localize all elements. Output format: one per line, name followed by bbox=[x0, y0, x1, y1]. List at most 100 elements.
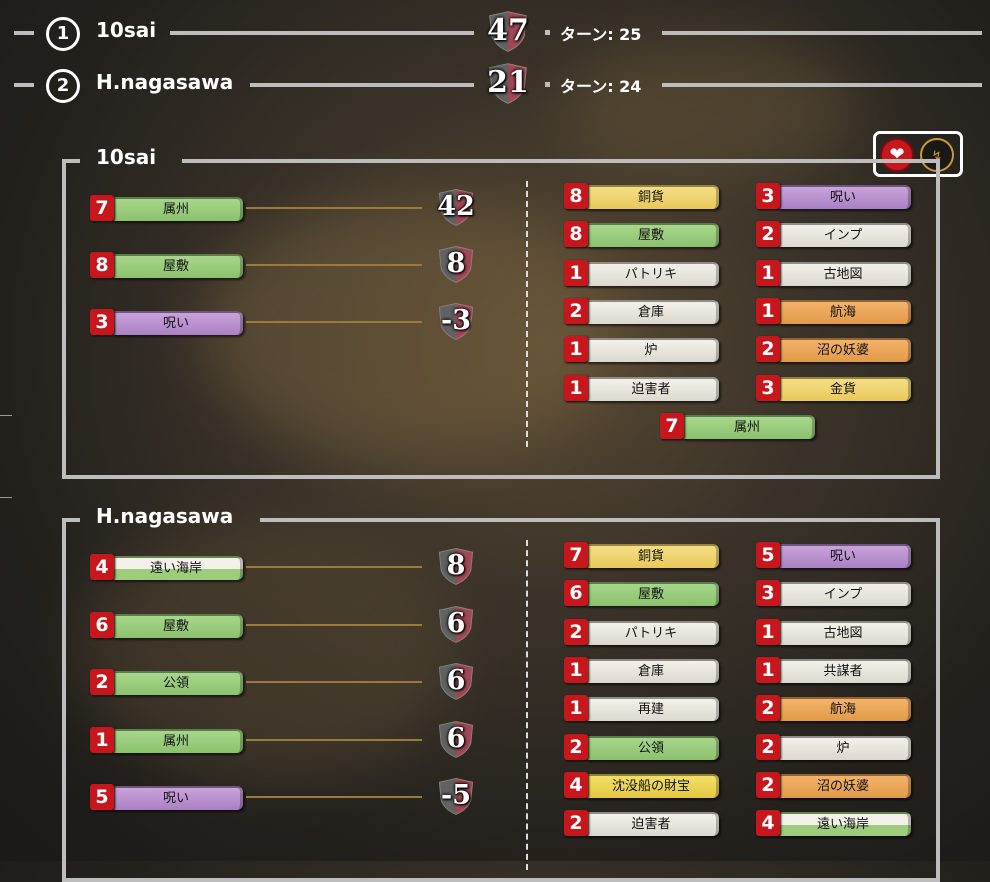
card-count-badge: 6 bbox=[90, 612, 114, 638]
card-pile[interactable]: 1炉 bbox=[564, 336, 719, 362]
card-name: 呪い bbox=[112, 311, 243, 335]
card-name: 迫害者 bbox=[586, 377, 719, 401]
card-pile[interactable]: 4 沈没船の財宝 bbox=[564, 772, 719, 798]
card-pile[interactable]: 8 屋敷 bbox=[564, 221, 719, 247]
card-name: 銅貨 bbox=[586, 544, 719, 568]
panel-border bbox=[62, 159, 80, 163]
card-pile[interactable]: 5 呪い bbox=[756, 542, 911, 568]
card-pile[interactable]: 7 銅貨 bbox=[564, 542, 719, 568]
card-pile[interactable]: 1 再建 bbox=[564, 695, 719, 721]
card-pile[interactable]: 1 共謀者 bbox=[756, 657, 911, 683]
card-pile[interactable]: 1 航海 bbox=[756, 298, 911, 324]
card-name: 属州 bbox=[112, 729, 243, 753]
card-name: 倉庫 bbox=[586, 300, 719, 324]
card-pile[interactable]: 1 古地図 bbox=[756, 260, 911, 286]
divider-line bbox=[662, 83, 982, 87]
card-count-badge: 4 bbox=[564, 772, 588, 798]
vp-connector-line bbox=[246, 207, 422, 209]
card-count-badge: 5 bbox=[756, 542, 780, 568]
vp-shield: 8 bbox=[436, 546, 476, 586]
card-pile[interactable]: 2 インプ bbox=[756, 221, 911, 247]
card-count-badge: 1 bbox=[90, 727, 114, 753]
card-count-badge: 6 bbox=[564, 580, 588, 606]
card-pile[interactable]: 5 呪い bbox=[90, 784, 243, 810]
card-name: 再建 bbox=[586, 697, 719, 721]
card-name: 沼の妖婆 bbox=[778, 338, 911, 362]
card-pile[interactable]: 3 呪い bbox=[756, 183, 911, 209]
vp-value: 42 bbox=[437, 191, 475, 222]
card-pile[interactable]: 4 遠い海岸 bbox=[756, 810, 911, 836]
card-pile[interactable]: 2 沼の妖婆 bbox=[756, 336, 911, 362]
vp-shield: 6 bbox=[436, 604, 476, 644]
panel-divider bbox=[526, 540, 528, 870]
card-name: 航海 bbox=[778, 300, 911, 324]
card-pile[interactable]: 2 公領 bbox=[564, 734, 719, 760]
card-pile[interactable]: 2炉 bbox=[756, 734, 911, 760]
vp-value: 8 bbox=[446, 248, 466, 279]
card-count-badge: 3 bbox=[756, 183, 780, 209]
card-name: 沈没船の財宝 bbox=[586, 774, 719, 798]
card-name: 呪い bbox=[778, 185, 911, 209]
card-count-badge: 5 bbox=[90, 784, 114, 810]
panel-title: H.nagasawa bbox=[96, 504, 234, 528]
card-pile[interactable]: 2 倉庫 bbox=[564, 298, 719, 324]
card-pile[interactable]: 2 迫害者 bbox=[564, 810, 719, 836]
card-name: 呪い bbox=[778, 544, 911, 568]
panel-title: 10sai bbox=[96, 145, 157, 169]
panel-border bbox=[260, 518, 940, 522]
card-pile[interactable]: 6 屋敷 bbox=[90, 612, 243, 638]
edge-mark bbox=[0, 497, 12, 498]
card-name: 金貨 bbox=[778, 377, 911, 401]
card-pile[interactable]: 1 古地図 bbox=[756, 619, 911, 645]
rank-badge: 1 bbox=[46, 17, 80, 51]
card-pile[interactable]: 2 航海 bbox=[756, 695, 911, 721]
card-pile[interactable]: 8 屋敷 bbox=[90, 252, 243, 278]
card-count-badge: 1 bbox=[564, 336, 588, 362]
card-pile[interactable]: 6 屋敷 bbox=[564, 580, 719, 606]
card-count-badge: 7 bbox=[660, 413, 684, 439]
card-count-badge: 2 bbox=[756, 772, 780, 798]
card-count-badge: 1 bbox=[756, 619, 780, 645]
card-name: 属州 bbox=[682, 415, 815, 439]
card-name: 古地図 bbox=[778, 262, 911, 286]
card-count-badge: 3 bbox=[756, 375, 780, 401]
scoreboard-row: 2 H.nagasawa ターン: 24 21 bbox=[0, 63, 990, 104]
card-name: インプ bbox=[778, 223, 911, 247]
card-pile[interactable]: 8 銅貨 bbox=[564, 183, 719, 209]
card-count-badge: 1 bbox=[564, 657, 588, 683]
card-count-badge: 8 bbox=[564, 183, 588, 209]
divider-line bbox=[14, 83, 34, 87]
turn-count: ターン: 25 bbox=[560, 25, 642, 44]
divider-line bbox=[14, 31, 34, 35]
card-name: 遠い海岸 bbox=[112, 556, 243, 580]
card-pile[interactable]: 2 沼の妖婆 bbox=[756, 772, 911, 798]
card-pile[interactable]: 1 パトリキ bbox=[564, 260, 719, 286]
edge-mark bbox=[0, 415, 12, 416]
scoreboard-row: 1 10sai ターン: 25 47 bbox=[0, 11, 990, 52]
card-count-badge: 8 bbox=[90, 252, 114, 278]
card-pile[interactable]: 2 公領 bbox=[90, 669, 243, 695]
card-pile[interactable]: 4 遠い海岸 bbox=[90, 554, 243, 580]
card-pile[interactable]: 3 金貨 bbox=[756, 375, 911, 401]
card-pile[interactable]: 3 インプ bbox=[756, 580, 911, 606]
card-pile[interactable]: 1 属州 bbox=[90, 727, 243, 753]
card-pile[interactable]: 7 属州 bbox=[90, 195, 243, 221]
card-count-badge: 1 bbox=[756, 260, 780, 286]
separator-dot bbox=[545, 30, 550, 35]
player-panel: H.nagasawa 4 遠い海岸 8 6 屋敷 6 2 公領 6 1 属州 6 5 呪い -5 7 銅貨 6 屋敷 2… bbox=[62, 504, 940, 882]
card-count-badge: 7 bbox=[90, 195, 114, 221]
card-name: 屋敷 bbox=[586, 223, 719, 247]
card-pile[interactable]: 7 属州 bbox=[660, 413, 815, 439]
panel-divider bbox=[526, 181, 528, 447]
card-pile[interactable]: 3 呪い bbox=[90, 309, 243, 335]
card-name: 航海 bbox=[778, 697, 911, 721]
vp-connector-line bbox=[246, 264, 422, 266]
card-pile[interactable]: 1 迫害者 bbox=[564, 375, 719, 401]
vp-connector-line bbox=[246, 796, 422, 798]
card-pile[interactable]: 1 倉庫 bbox=[564, 657, 719, 683]
card-pile[interactable]: 2 パトリキ bbox=[564, 619, 719, 645]
card-count-badge: 2 bbox=[756, 734, 780, 760]
player-name: 10sai bbox=[96, 18, 157, 42]
card-name: 呪い bbox=[112, 786, 243, 810]
card-name: 属州 bbox=[112, 197, 243, 221]
